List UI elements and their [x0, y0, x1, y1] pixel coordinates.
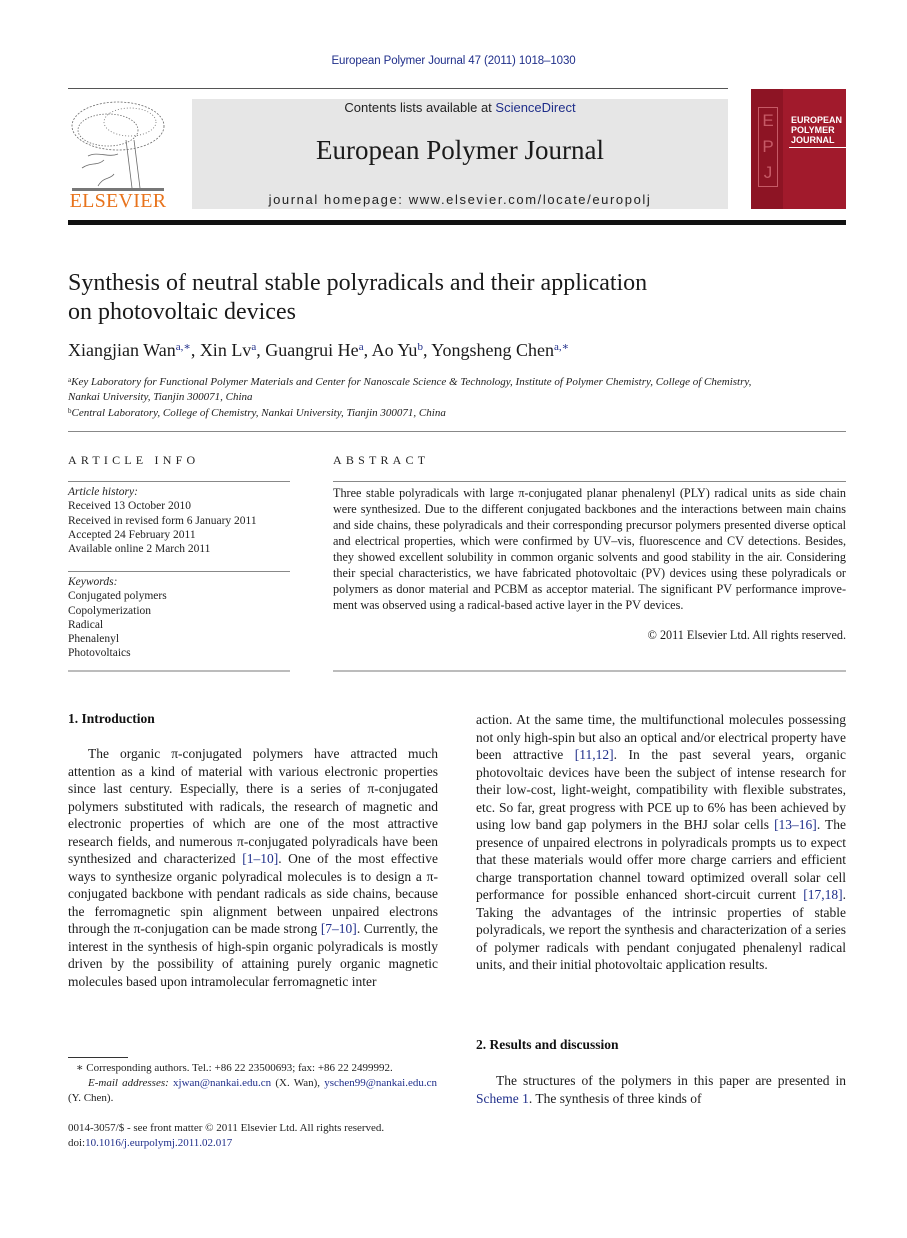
- front-matter-text: 0014-3057/$ - see front matter © 2011 El…: [68, 1122, 385, 1134]
- affiliation-text: Key Laboratory for Functional Polymer Ma…: [71, 376, 752, 388]
- keyword: Copolymerization: [68, 604, 152, 617]
- author-affil-mark[interactable]: b: [417, 341, 423, 353]
- email-link[interactable]: yschen99@nankai.edu.cn: [324, 1077, 437, 1089]
- contents-prefix: Contents lists available at: [344, 100, 496, 115]
- history-item: Accepted 24 February 2011: [68, 528, 196, 541]
- history-item: Available online 2 March 2011: [68, 543, 211, 556]
- journal-homepage[interactable]: journal homepage: www.elsevier.com/locat…: [192, 192, 728, 207]
- author-name: Yongsheng Chen: [431, 340, 554, 360]
- title-line: Synthesis of neutral stable polyradicals…: [68, 270, 648, 296]
- cover-title-line: EUROPEAN: [791, 115, 843, 125]
- cover-title: EUROPEAN POLYMER JOURNAL: [791, 115, 842, 145]
- article-info-heading: ARTICLE INFO: [68, 453, 200, 467]
- author-affil-mark[interactable]: a,∗: [176, 341, 191, 353]
- article-info-rule: [68, 481, 290, 482]
- citation-link[interactable]: [1–10]: [242, 851, 278, 866]
- footnote: ∗ Corresponding authors. Tel.: +86 22 23…: [68, 1061, 437, 1106]
- journal-cover-image: E P J EUROPEAN POLYMER JOURNAL: [751, 89, 846, 209]
- doi-label: doi:: [68, 1137, 86, 1149]
- keywords-label: Keywords:: [68, 576, 118, 588]
- paragraph: The structures of the polymers in this p…: [476, 1072, 846, 1107]
- author-affil-mark[interactable]: a: [251, 341, 256, 353]
- abstract-copyright: © 2011 Elsevier Ltd. All rights reserved…: [647, 628, 846, 642]
- author-list: Xiangjian Wana,∗, Xin Lva, Guangrui Hea,…: [68, 340, 570, 360]
- email-owner: (Y. Chen).: [68, 1092, 114, 1104]
- doi-line: doi:10.1016/j.eurpolymj.2011.02.017: [68, 1136, 437, 1151]
- abstract-bottom-rule: [333, 670, 846, 672]
- cover-title-line: JOURNAL: [791, 135, 835, 145]
- email-owner: (X. Wan),: [271, 1077, 325, 1089]
- email-label: E-mail addresses:: [88, 1077, 174, 1089]
- author-affil-mark[interactable]: a,∗: [554, 341, 569, 353]
- keywords-rule: [68, 571, 290, 572]
- journal-masthead: Contents lists available at ScienceDirec…: [192, 99, 728, 209]
- author-name: Ao Yu: [371, 340, 418, 360]
- text-run: . The synthesis of three kinds of: [528, 1090, 702, 1106]
- keyword: Phenalenyl: [68, 633, 120, 646]
- article-title: Synthesis of neutral stable polyradicals…: [68, 269, 828, 327]
- article-info-bottom-rule: [68, 670, 290, 672]
- contents-line: Contents lists available at ScienceDirec…: [192, 100, 728, 115]
- affiliations: aKey Laboratory for Functional Polymer M…: [68, 373, 828, 421]
- elsevier-logo[interactable]: ELSEVIER: [68, 190, 168, 213]
- cover-letter: P: [762, 137, 774, 156]
- article-history-label: Article history:: [68, 486, 138, 498]
- text-run: The structures of the polymers in this p…: [496, 1073, 846, 1088]
- front-matter: 0014-3057/$ - see front matter © 2011 El…: [68, 1121, 437, 1151]
- affiliation-text: Central Laboratory, College of Chemistry…: [71, 407, 446, 419]
- keyword: Photovoltaics: [68, 647, 131, 660]
- citation-link[interactable]: [7–10]: [321, 921, 357, 936]
- keyword: Radical: [68, 618, 104, 631]
- author-name: Guangrui He: [265, 340, 359, 360]
- journal-title: European Polymer Journal: [316, 135, 604, 165]
- text-run: The organic π-conjugated polymers have a…: [68, 746, 438, 866]
- section-heading-introduction: 1. Introduction: [68, 711, 155, 726]
- author-affil-mark[interactable]: a: [359, 341, 364, 353]
- author-name: Xin Lv: [199, 340, 252, 360]
- email-addresses: E-mail addresses: xjwan@nankai.edu.cn (X…: [68, 1076, 437, 1106]
- sciencedirect-link[interactable]: ScienceDirect: [495, 100, 575, 115]
- cover-letter: J: [763, 163, 773, 182]
- paragraph: The organic π-conjugated polymers have a…: [68, 745, 438, 990]
- keyword: Conjugated polymers: [68, 590, 167, 603]
- abstract-heading: ABSTRACT: [333, 453, 430, 467]
- section-heading-results: 2. Results and discussion: [476, 1037, 619, 1052]
- cover-rule: [789, 147, 846, 148]
- affiliation-text: Nankai University, Tianjin 300071, China: [68, 390, 253, 403]
- body-column-right: action. At the same time, the multifunct…: [476, 711, 846, 974]
- citation-link[interactable]: [17,18]: [803, 887, 842, 902]
- affiliation: bCentral Laboratory, College of Chemistr…: [68, 404, 828, 421]
- abstract-rule: [333, 481, 846, 482]
- citation-link[interactable]: [11,12]: [575, 747, 614, 762]
- masthead-divider: [68, 220, 846, 225]
- author-name: Xiangjian Wan: [68, 340, 176, 360]
- results-paragraph: The structures of the polymers in this p…: [476, 1072, 846, 1107]
- article-history: Article history: Received 13 October 201…: [68, 485, 290, 556]
- history-item: Received 13 October 2010: [68, 500, 191, 513]
- title-line: on photovoltaic devices: [68, 299, 296, 325]
- cover-title-line: POLYMER: [791, 125, 835, 135]
- cover-letter: E: [762, 111, 774, 130]
- abstract-text: Three stable polyradicals with large π-c…: [333, 486, 846, 612]
- history-item: Received in revised form 6 January 2011: [68, 514, 257, 527]
- keywords: Keywords: Conjugated polymers Copolymeri…: [68, 575, 290, 661]
- paragraph: action. At the same time, the multifunct…: [476, 711, 846, 974]
- doi-link[interactable]: 10.1016/j.eurpolymj.2011.02.017: [85, 1137, 232, 1149]
- corresponding-author-note: ∗ Corresponding authors. Tel.: +86 22 23…: [76, 1062, 393, 1074]
- cover-epj-letters: E P J: [758, 107, 778, 187]
- footnote-rule: [68, 1057, 128, 1058]
- affiliation: aKey Laboratory for Functional Polymer M…: [68, 373, 828, 404]
- citation-link[interactable]: [13–16]: [774, 817, 817, 832]
- affiliation-divider: [68, 431, 846, 432]
- running-head[interactable]: European Polymer Journal 47 (2011) 1018–…: [0, 55, 907, 67]
- header-rule: [68, 88, 728, 89]
- body-column-left: The organic π-conjugated polymers have a…: [68, 745, 438, 990]
- email-link[interactable]: xjwan@nankai.edu.cn: [173, 1077, 271, 1089]
- scheme-link[interactable]: Scheme 1: [476, 1091, 529, 1106]
